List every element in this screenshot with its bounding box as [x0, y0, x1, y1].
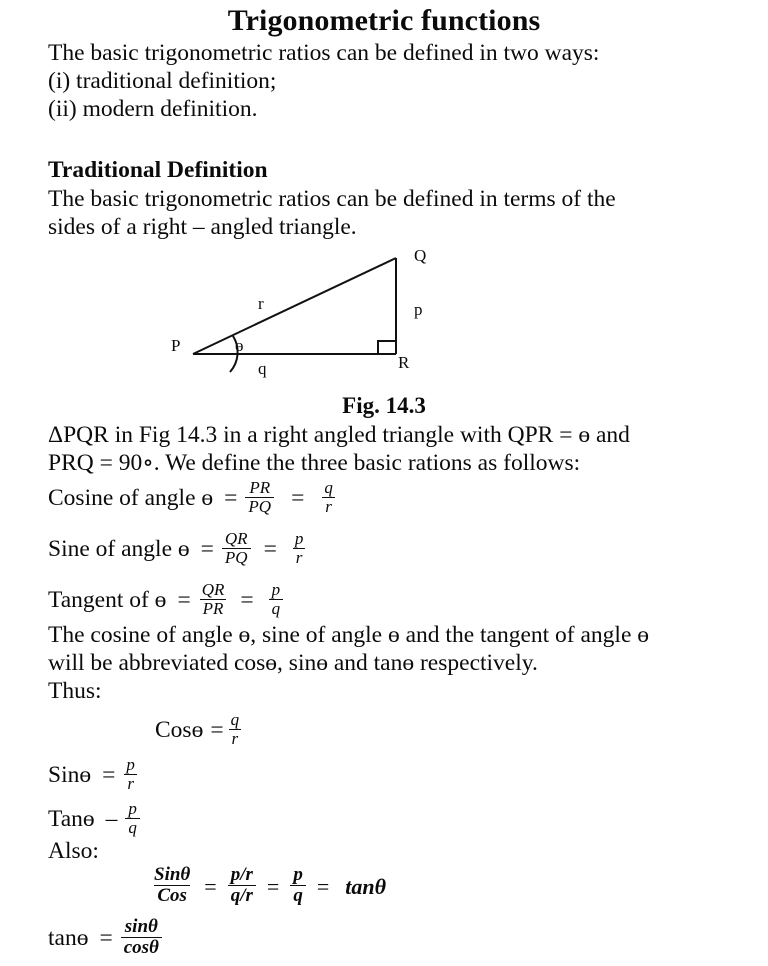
- description-line-1: ΔPQR in Fig 14.3 in a right angled trian…: [48, 422, 630, 448]
- identity-fraction-p-q: p q: [290, 864, 306, 906]
- identity-denominator-q: q: [290, 885, 306, 906]
- thus-tangent-equals: –: [105, 806, 118, 833]
- triangle-side-adjacent-label: q: [258, 359, 267, 378]
- description-line-2: PRQ = 90∘. We define the three basic rat…: [48, 450, 581, 476]
- final-identity-numerator: sinθ: [124, 916, 158, 937]
- traditional-definition-line-1: The basic trigonometric ratios can be de…: [48, 186, 616, 212]
- identity-equals-1: =: [204, 873, 217, 899]
- ratio-sine: Sine of angle ɵ = QR PQ = p r: [48, 529, 309, 568]
- ratio-sine-fraction-letters: p r: [292, 529, 307, 567]
- ratio-sine-denominator-letters: r: [292, 548, 306, 567]
- also-heading: Also:: [48, 838, 99, 864]
- thus-tangent: Tanɵ – p q: [48, 799, 143, 838]
- ratio-cosine-denominator-sides: PQ: [245, 497, 275, 516]
- ratio-sine-equals-1: =: [200, 536, 214, 563]
- ratio-cosine-equals-1: =: [224, 485, 238, 512]
- final-identity-equals: =: [99, 925, 113, 952]
- document-page: Trigonometric functions The basic trigon…: [0, 0, 768, 966]
- ratio-cosine-denominator-letters: r: [322, 497, 335, 516]
- thus-cosine-numerator: q: [230, 710, 240, 729]
- identity-denominator-qr: q/r: [227, 885, 256, 906]
- triangle-vertex-r-label: R: [398, 353, 410, 372]
- thus-sine: Sinɵ = p r: [48, 755, 141, 794]
- intro-line-2: (i) traditional definition;: [48, 68, 277, 94]
- identity-fraction-sin-cos: Sinθ Cos: [151, 864, 193, 906]
- identity-equals-2: =: [266, 873, 280, 899]
- thus-sine-equals: =: [102, 762, 116, 789]
- ratio-tangent-label: Tangent of ɵ: [48, 587, 167, 614]
- thus-tangent-fraction: p q: [125, 799, 140, 837]
- identity-numerator-sin: Sinθ: [154, 864, 191, 885]
- ratio-sine-denominator-sides: PQ: [221, 548, 251, 567]
- identity-numerator-p: p: [293, 864, 303, 885]
- ratio-tangent-denominator-letters: q: [268, 599, 284, 618]
- abbreviation-line-3: Thus:: [48, 678, 102, 704]
- ratio-tangent-numerator-letters: p: [271, 580, 281, 599]
- ratio-tangent-fraction-letters: p q: [268, 580, 284, 618]
- ratio-cosine-fraction-sides: PR PQ: [245, 478, 275, 516]
- ratio-sine-fraction-sides: QR PQ: [221, 529, 251, 567]
- intro-line-3: (ii) modern definition.: [48, 96, 258, 122]
- identity-equation: Sinθ Cos = p/r q/r = p q = tanθ: [148, 864, 387, 907]
- ratio-tangent: Tangent of ɵ = QR PR = p q: [48, 580, 286, 619]
- final-identity-label: tanɵ: [48, 925, 89, 952]
- identity-numerator-pr: p/r: [230, 864, 253, 885]
- identity-denominator-cos: Cos: [154, 885, 190, 906]
- thus-cosine-label: Cosɵ: [155, 717, 204, 744]
- thus-sine-label: Sinɵ: [48, 762, 92, 789]
- ratio-cosine-label: Cosine of angle ɵ: [48, 485, 214, 512]
- thus-tangent-denominator: q: [125, 818, 140, 837]
- ratio-cosine-equals-2: =: [291, 485, 305, 512]
- intro-line-1: The basic trigonometric ratios can be de…: [48, 40, 600, 66]
- ratio-tangent-equals-1: =: [177, 587, 191, 614]
- ratio-tangent-fraction-sides: QR PR: [199, 580, 228, 618]
- ratio-tangent-equals-2: =: [240, 587, 254, 614]
- thus-cosine: Cosɵ = q r: [155, 710, 245, 749]
- thus-tangent-label: Tanɵ: [48, 806, 95, 833]
- thus-sine-denominator: r: [124, 774, 137, 793]
- abbreviation-line-2: will be abbreviated cosɵ, sinɵ and tanɵ …: [48, 650, 538, 676]
- abbreviation-line-1: The cosine of angle ɵ, sine of angle ɵ a…: [48, 622, 650, 648]
- ratio-tangent-numerator-sides: QR: [201, 580, 225, 599]
- figure-caption: Fig. 14.3: [342, 393, 426, 418]
- thus-sine-fraction: p r: [123, 755, 138, 793]
- right-angle-marker: [377, 340, 396, 354]
- triangle-angle-theta-label: ɵ: [235, 336, 244, 355]
- ratio-tangent-denominator-sides: PR: [199, 599, 227, 618]
- ratio-sine-numerator-sides: QR: [224, 529, 248, 548]
- ratio-cosine: Cosine of angle ɵ = PR PQ = q r: [48, 478, 339, 517]
- ratio-cosine-fraction-letters: q r: [321, 478, 336, 516]
- traditional-definition-heading: Traditional Definition: [48, 157, 268, 183]
- final-identity-denominator: cosθ: [120, 937, 162, 958]
- ratio-cosine-numerator-sides: PR: [249, 478, 271, 497]
- traditional-definition-line-2: sides of a right – angled triangle.: [48, 214, 357, 240]
- identity-result-tan: tanθ: [345, 873, 387, 899]
- ratio-sine-equals-2: =: [263, 536, 277, 563]
- ratio-sine-label: Sine of angle ɵ: [48, 536, 190, 563]
- thus-tangent-numerator: p: [128, 799, 137, 818]
- triangle-side-opposite-label: p: [414, 300, 423, 319]
- final-identity-fraction: sinθ cosθ: [120, 916, 162, 958]
- identity-equals-3: =: [316, 873, 330, 899]
- triangle-vertex-q-label: Q: [414, 246, 427, 265]
- right-triangle-figure: P Q R r p q ɵ: [150, 240, 450, 385]
- thus-cosine-fraction: q r: [228, 710, 243, 748]
- final-identity: tanɵ = sinθ cosθ: [48, 916, 165, 959]
- triangle-vertex-p-label: P: [171, 336, 181, 355]
- thus-cosine-equals: =: [210, 717, 224, 744]
- page-title: Trigonometric functions: [227, 4, 541, 37]
- triangle-side-hypotenuse-line: [192, 257, 397, 355]
- ratio-sine-numerator-letters: p: [294, 529, 304, 548]
- ratio-cosine-numerator-letters: q: [324, 478, 333, 497]
- identity-fraction-pr-qr: p/r q/r: [227, 864, 256, 906]
- thus-cosine-denominator: r: [228, 729, 242, 748]
- thus-sine-numerator: p: [126, 755, 135, 774]
- triangle-side-hypotenuse-label: r: [258, 294, 264, 313]
